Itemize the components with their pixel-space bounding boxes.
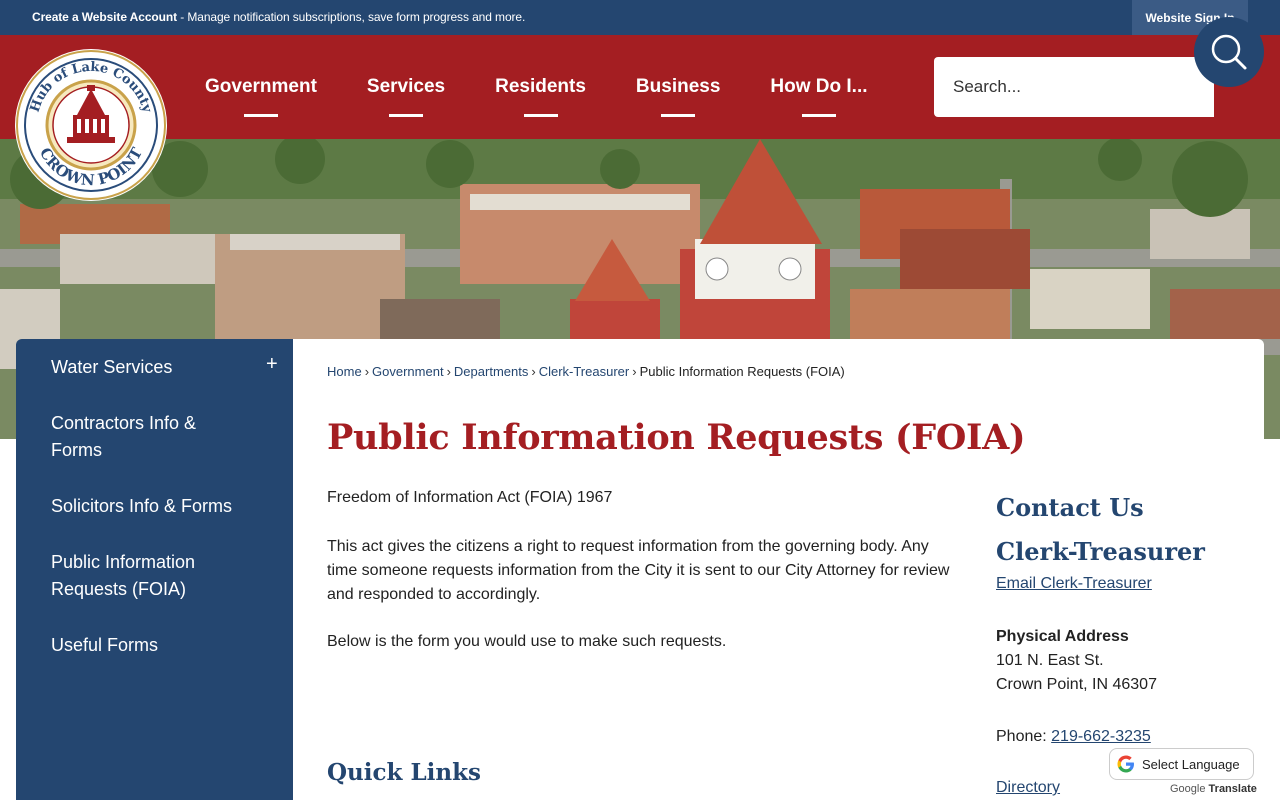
sidebar-item-water-services[interactable]: Water Services [51, 354, 251, 381]
breadcrumb-separator: › [446, 364, 451, 379]
google-wordmark: Google [1170, 783, 1206, 795]
select-language-label: Select Language [1142, 756, 1240, 772]
form-intro-text: Below is the form you would use to make … [327, 633, 727, 650]
google-g-icon [1117, 755, 1134, 773]
foia-subheading: Freedom of Information Act (FOIA) 1967 [327, 489, 613, 506]
phone-link[interactable]: 219-662-3235 [1051, 728, 1151, 745]
sidebar-item-solicitors[interactable]: Solicitors Info & Forms [51, 493, 251, 520]
seal-graphic: Hub of Lake County CROWN POINT [16, 50, 166, 200]
main-content: Home › Government › Departments › Clerk-Treasu… [293, 339, 1264, 800]
search-input[interactable] [934, 57, 1194, 117]
address-line-1: 101 N. East St. [996, 652, 1104, 669]
nav-label: Services [366, 76, 446, 97]
address-line-2: Crown Point, IN 46307 [996, 676, 1157, 693]
breadcrumb-separator: › [632, 364, 637, 379]
select-language-dropdown[interactable]: Select Language [1109, 748, 1254, 780]
city-seal-logo[interactable]: Hub of Lake County CROWN POINT [15, 49, 167, 201]
directory-link[interactable]: Directory [996, 779, 1060, 797]
top-utility-bar: Create a Website Account - Manage notifi… [0, 0, 1280, 35]
contact-us-heading: Contact Us [996, 493, 1144, 522]
search-button[interactable] [1194, 17, 1264, 87]
sidebar-item-foia[interactable]: Public Information Requests (FOIA) [51, 549, 251, 603]
nav-label: How Do I... [770, 76, 868, 97]
nav-residents[interactable]: Residents [470, 35, 611, 139]
expand-plus-icon[interactable]: + [266, 353, 278, 376]
account-description: - Manage notification subscriptions, sav… [176, 10, 526, 24]
nav-label: Residents [495, 76, 586, 97]
nav-how-do-i[interactable]: How Do I... [745, 35, 892, 139]
nav-underline [523, 114, 558, 117]
contact-dept-heading: Clerk-Treasurer [996, 537, 1205, 566]
nav-government[interactable]: Government [180, 35, 342, 139]
physical-address-label: Physical Address [996, 628, 1129, 645]
translate-wordmark: Translate [1208, 783, 1257, 795]
nav-underline [389, 114, 424, 117]
breadcrumb-departments[interactable]: Departments [454, 364, 528, 379]
phone-label: Phone: [996, 728, 1052, 745]
search-icon [1211, 34, 1247, 70]
sidebar-item-useful-forms[interactable]: Useful Forms [51, 632, 251, 659]
main-nav: Government Services Residents Business H… [180, 35, 893, 139]
search-box [934, 57, 1214, 117]
breadcrumb-clerk-treasurer[interactable]: Clerk-Treasurer [539, 364, 630, 379]
nav-label: Business [635, 76, 721, 97]
nav-underline [801, 114, 836, 117]
create-account-link[interactable]: Create a Website Account [32, 10, 177, 24]
site-header: Government Services Residents Business H… [0, 35, 1280, 139]
breadcrumb-current: Public Information Requests (FOIA) [639, 364, 845, 379]
nav-underline [661, 114, 696, 117]
powered-by-google: Google Translate [1170, 783, 1257, 795]
breadcrumb-separator: › [364, 364, 370, 379]
nav-business[interactable]: Business [611, 35, 745, 139]
breadcrumb-government[interactable]: Government [372, 364, 444, 379]
quick-links-heading: Quick Links [327, 759, 481, 786]
breadcrumb: Home › Government › Departments › Clerk-Treasu… [327, 364, 845, 379]
foia-description: This act gives the citizens a right to r… [327, 538, 950, 603]
nav-label: Government [205, 76, 317, 97]
section-sidebar-nav: Water Services + Contractors Info & Form… [16, 339, 293, 800]
phone-row: Phone: 219-662-3235 [996, 725, 1151, 749]
sidebar-item-contractors[interactable]: Contractors Info & Forms [51, 410, 251, 464]
breadcrumb-separator: › [531, 364, 536, 379]
account-message: Create a Website Account - Manage notifi… [32, 10, 525, 24]
nav-underline [243, 114, 278, 117]
nav-services[interactable]: Services [342, 35, 470, 139]
email-clerk-link[interactable]: Email Clerk-Treasurer [996, 575, 1152, 593]
page-title: Public Information Requests (FOIA) [327, 417, 1026, 458]
breadcrumb-home[interactable]: Home [327, 364, 362, 379]
